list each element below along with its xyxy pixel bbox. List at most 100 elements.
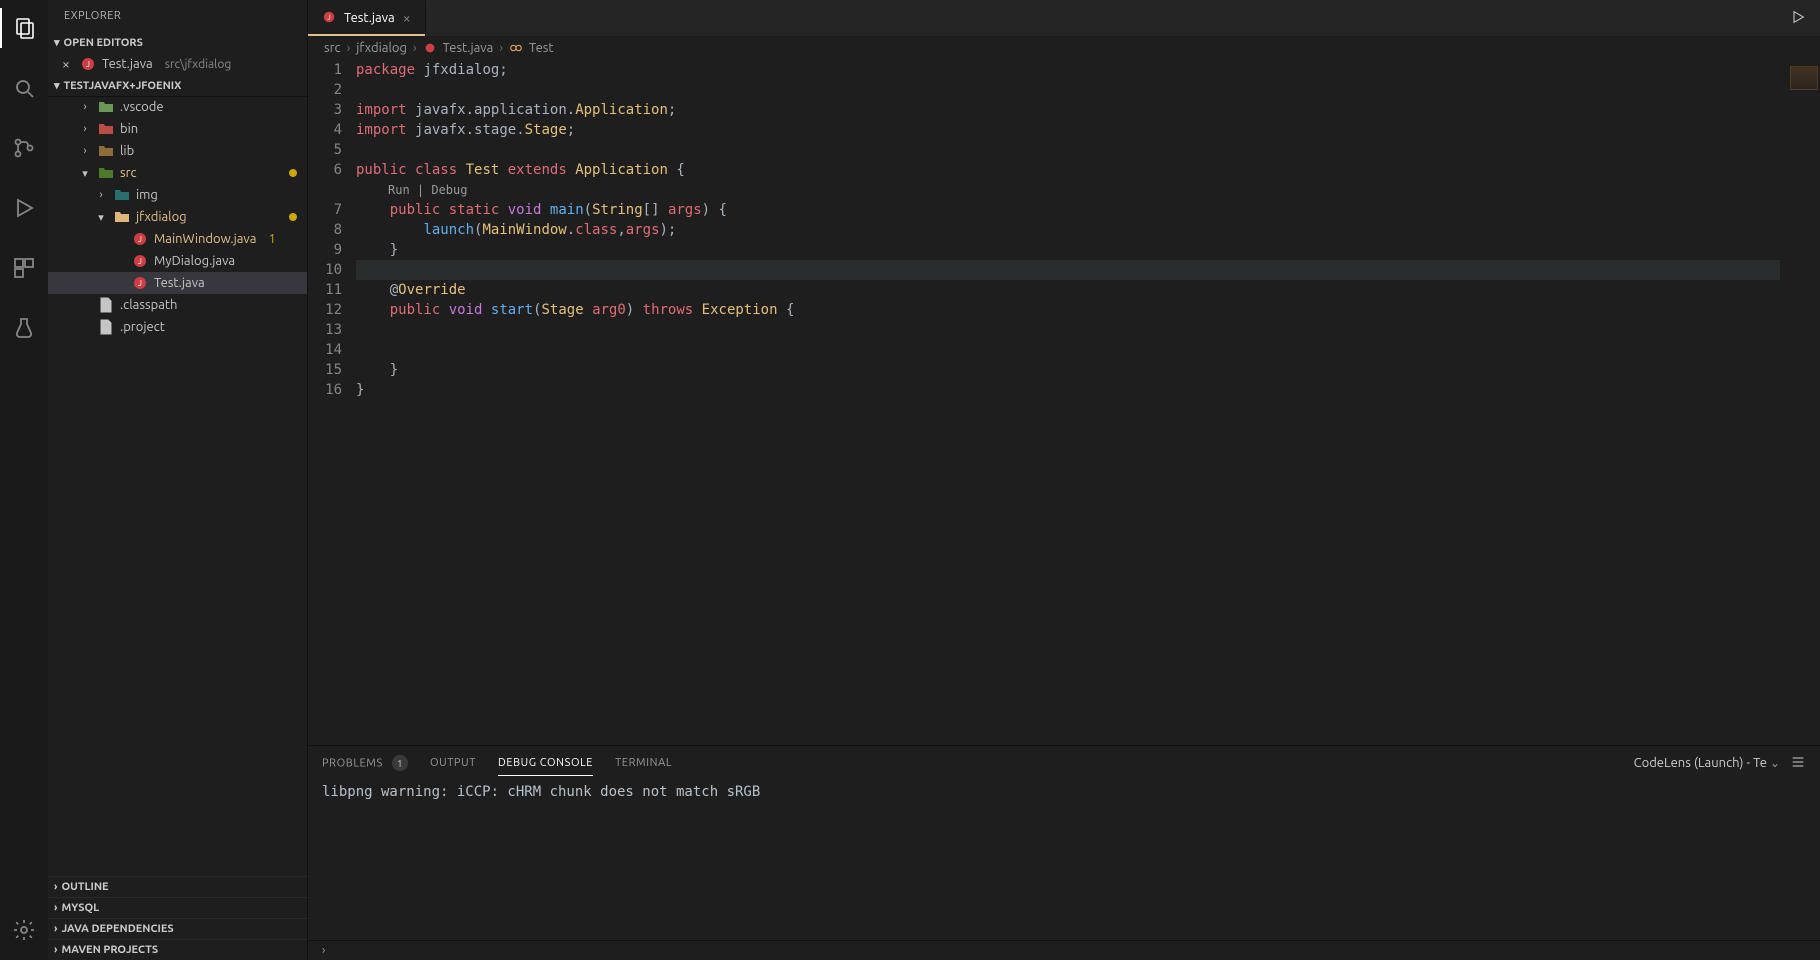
test-activity-icon[interactable] [0, 308, 48, 348]
modified-dot-icon [289, 169, 297, 177]
open-editor-path: src\jfxdialog [165, 58, 232, 71]
java-file-icon: J [322, 10, 336, 27]
chevron-right-icon: › [411, 41, 419, 55]
code-line[interactable] [356, 260, 1780, 280]
file-label: MainWindow.java [154, 232, 256, 246]
outline-section[interactable]: › OUTLINE [48, 876, 307, 897]
mysql-section[interactable]: › MYSQL [48, 897, 307, 918]
project-label: TESTJAVAFX+JFOENIX [64, 80, 182, 92]
breadcrumb-item[interactable]: jfxdialog [356, 41, 407, 55]
java-file-icon: J [132, 231, 148, 247]
code-line[interactable]: public void start(Stage arg0) throws Exc… [356, 300, 1780, 320]
chevron-down-icon: ▾ [78, 167, 92, 180]
debug-console-output[interactable]: libpng warning: iCCP: cHRM chunk does no… [308, 780, 1820, 940]
java-dependencies-section[interactable]: › JAVA DEPENDENCIES [48, 918, 307, 939]
file-icon [98, 297, 114, 313]
panel-tab-problems[interactable]: PROBLEMS 1 [322, 749, 408, 777]
svg-text:J: J [138, 257, 142, 266]
folder-jfxdialog[interactable]: ▾ jfxdialog [48, 206, 307, 228]
folder-src[interactable]: ▾ src [48, 162, 307, 184]
minimap-viewport[interactable] [1790, 66, 1818, 90]
run-icon[interactable] [1790, 9, 1806, 28]
chevron-right-icon: › [54, 881, 57, 893]
panel-tab-debug-console[interactable]: DEBUG CONSOLE [498, 751, 593, 776]
folder-vscode[interactable]: › .vscode [48, 96, 307, 118]
section-label: MYSQL [61, 902, 99, 914]
file-mainwindow[interactable]: J MainWindow.java 1 [48, 228, 307, 250]
section-label: OUTLINE [61, 881, 108, 893]
code-line[interactable]: public class Test extends Application { [356, 160, 1780, 180]
file-project[interactable]: .project [48, 316, 307, 338]
folder-bin[interactable]: › bin [48, 118, 307, 140]
explorer-sidebar: EXPLORER ▾ OPEN EDITORS × J Test.java sr… [48, 0, 308, 960]
extensions-activity-icon[interactable] [0, 248, 48, 288]
java-file-icon: J [80, 56, 96, 72]
section-label: JAVA DEPENDENCIES [61, 923, 173, 935]
panel-settings-icon[interactable] [1790, 754, 1806, 773]
activity-bar [0, 0, 48, 960]
code-line[interactable]: public static void main(String[] args) { [356, 200, 1780, 220]
folder-icon [114, 187, 130, 203]
tab-close-icon[interactable]: × [403, 10, 411, 26]
open-editors-header[interactable]: ▾ OPEN EDITORS [48, 32, 307, 53]
chevron-down-icon: ▾ [54, 36, 60, 49]
code-editor[interactable]: package jfxdialog; import javafx.applicat… [356, 60, 1780, 745]
code-line[interactable]: } [356, 380, 1780, 400]
code-line[interactable] [356, 140, 1780, 160]
breadcrumbs[interactable]: src › jfxdialog › Test.java › Test [308, 36, 1820, 60]
project-header[interactable]: ▾ TESTJAVAFX+JFOENIX [48, 75, 307, 96]
launch-config-selector[interactable]: CodeLens (Launch) - Te ⌄ [1634, 756, 1780, 770]
breadcrumb-item[interactable]: Test.java [423, 41, 494, 55]
open-editor-item[interactable]: × J Test.java src\jfxdialog [48, 53, 307, 75]
search-activity-icon[interactable] [0, 68, 48, 108]
chevron-right-icon: › [94, 189, 108, 201]
settings-activity-icon[interactable] [0, 910, 48, 950]
chevron-down-icon: ▾ [54, 79, 60, 92]
folder-lib[interactable]: › lib [48, 140, 307, 162]
code-line[interactable]: import javafx.application.Application; [356, 100, 1780, 120]
line-number-gutter: 12345678910111213141516 [308, 60, 356, 745]
chevron-right-icon: › [78, 101, 92, 113]
file-mydialog[interactable]: J MyDialog.java [48, 250, 307, 272]
chevron-right-icon: › [345, 41, 353, 55]
code-line[interactable]: @Override [356, 280, 1780, 300]
file-classpath[interactable]: .classpath [48, 294, 307, 316]
code-line[interactable]: launch(MainWindow.class,args); [356, 220, 1780, 240]
code-line[interactable] [356, 80, 1780, 100]
file-label: MyDialog.java [154, 254, 235, 268]
breadcrumb-item[interactable]: Test [509, 41, 554, 55]
maven-projects-section[interactable]: › MAVEN PROJECTS [48, 939, 307, 960]
code-line[interactable] [356, 320, 1780, 340]
codelens-run-debug[interactable]: Run | Debug [356, 180, 1780, 200]
code-line[interactable]: } [356, 360, 1780, 380]
tab-test-java[interactable]: J Test.java × [308, 0, 426, 36]
chevron-right-icon: › [78, 123, 92, 135]
tab-strip: J Test.java × [308, 0, 1820, 36]
problems-count-badge: 1 [392, 755, 408, 771]
open-editors-label: OPEN EDITORS [64, 37, 143, 49]
chevron-down-icon: ▾ [94, 211, 108, 224]
code-line[interactable]: import javafx.stage.Stage; [356, 120, 1780, 140]
code-line[interactable] [356, 340, 1780, 360]
svg-text:J: J [327, 13, 330, 21]
svg-text:J: J [138, 235, 142, 244]
file-label: .classpath [120, 298, 177, 312]
close-icon[interactable]: × [58, 56, 74, 72]
file-test[interactable]: J Test.java [48, 272, 307, 294]
panel-tab-output[interactable]: OUTPUT [430, 751, 476, 775]
folder-label: .vscode [120, 100, 164, 114]
run-debug-activity-icon[interactable] [0, 188, 48, 228]
code-line[interactable]: package jfxdialog; [356, 60, 1780, 80]
breadcrumb-item[interactable]: src [324, 41, 341, 55]
minimap[interactable] [1780, 60, 1820, 745]
file-tree: › .vscode › bin › lib ▾ src › img ▾ [48, 96, 307, 876]
console-line: libpng warning: iCCP: cHRM chunk does no… [322, 784, 1806, 800]
chevron-right-icon: › [54, 902, 57, 914]
panel-tab-terminal[interactable]: TERMINAL [615, 751, 672, 775]
code-line[interactable]: } [356, 240, 1780, 260]
folder-img[interactable]: › img [48, 184, 307, 206]
source-control-activity-icon[interactable] [0, 128, 48, 168]
debug-console-input-prompt[interactable]: › [308, 940, 1820, 960]
sidebar-title: EXPLORER [48, 0, 307, 32]
explorer-activity-icon[interactable] [0, 8, 48, 48]
